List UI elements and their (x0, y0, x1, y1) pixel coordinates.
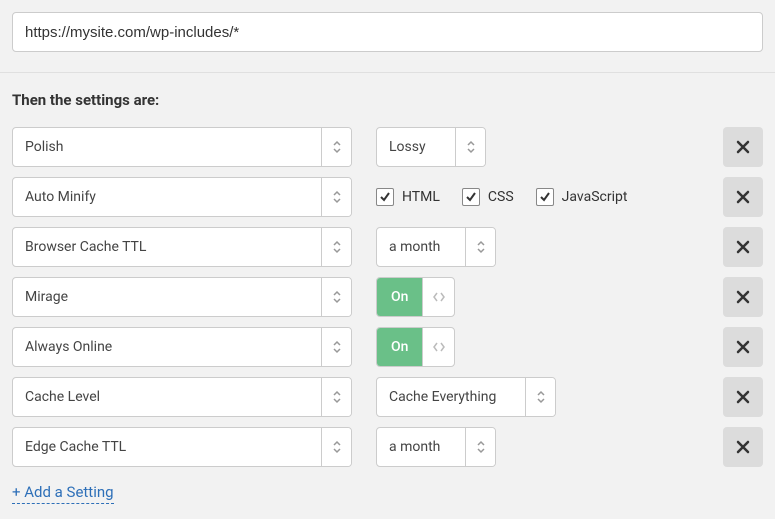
checkbox-icon[interactable] (462, 188, 480, 206)
checkbox-icon[interactable] (376, 188, 394, 206)
close-icon (736, 190, 750, 204)
checkbox-label: CSS (488, 189, 514, 205)
value-select-a-month[interactable]: a month (376, 427, 496, 467)
value-select-cache-everything[interactable]: Cache Everything (376, 377, 556, 417)
setting-select-label: Cache Level (13, 378, 321, 416)
toggle-on-label: On (377, 278, 422, 316)
setting-select-label: Polish (13, 128, 321, 166)
section-title: Then the settings are: (12, 91, 763, 109)
stepper-icon[interactable] (321, 428, 351, 466)
toggle-handle-icon[interactable] (422, 278, 454, 316)
delete-button[interactable] (723, 177, 763, 217)
stepper-icon[interactable] (321, 128, 351, 166)
toggle-on-off[interactable]: On (376, 277, 455, 317)
delete-button[interactable] (723, 427, 763, 467)
value-select-label: Cache Everything (377, 378, 525, 416)
value-select-label: a month (377, 228, 465, 266)
checkbox-css[interactable]: CSS (462, 188, 514, 206)
checkbox-icon[interactable] (536, 188, 554, 206)
stepper-icon[interactable] (321, 178, 351, 216)
stepper-icon[interactable] (321, 328, 351, 366)
close-icon (736, 290, 750, 304)
setting-row-edge-cache-ttl: Edge Cache TTL a month (12, 427, 763, 467)
close-icon (736, 440, 750, 454)
setting-select-label: Always Online (13, 328, 321, 366)
value-select-lossy[interactable]: Lossy (376, 127, 486, 167)
close-icon (736, 140, 750, 154)
toggle-on-off[interactable]: On (376, 327, 455, 367)
toggle-on-label: On (377, 328, 422, 366)
delete-button[interactable] (723, 377, 763, 417)
setting-select-label: Browser Cache TTL (13, 228, 321, 266)
stepper-icon[interactable] (321, 278, 351, 316)
setting-row-polish: Polish Lossy (12, 127, 763, 167)
setting-select-auto-minify[interactable]: Auto Minify (12, 177, 352, 217)
setting-row-browser-cache-ttl: Browser Cache TTL a month (12, 227, 763, 267)
checkbox-label: JavaScript (562, 189, 628, 205)
delete-button[interactable] (723, 327, 763, 367)
setting-select-always-online[interactable]: Always Online (12, 327, 352, 367)
stepper-icon[interactable] (465, 228, 495, 266)
close-icon (736, 340, 750, 354)
add-setting-link[interactable]: + Add a Setting (12, 483, 114, 504)
setting-select-mirage[interactable]: Mirage (12, 277, 352, 317)
checkbox-javascript[interactable]: JavaScript (536, 188, 628, 206)
setting-select-cache-level[interactable]: Cache Level (12, 377, 352, 417)
setting-select-label: Edge Cache TTL (13, 428, 321, 466)
setting-select-browser-cache-ttl[interactable]: Browser Cache TTL (12, 227, 352, 267)
setting-select-label: Mirage (13, 278, 321, 316)
setting-select-label: Auto Minify (13, 178, 321, 216)
delete-button[interactable] (723, 127, 763, 167)
setting-select-polish[interactable]: Polish (12, 127, 352, 167)
stepper-icon[interactable] (321, 228, 351, 266)
checkbox-label: HTML (402, 189, 440, 205)
checkbox-html[interactable]: HTML (376, 188, 440, 206)
value-select-label: a month (377, 428, 465, 466)
stepper-icon[interactable] (525, 378, 555, 416)
value-select-label: Lossy (377, 128, 455, 166)
stepper-icon[interactable] (321, 378, 351, 416)
url-input[interactable] (12, 12, 763, 52)
close-icon (736, 390, 750, 404)
stepper-icon[interactable] (455, 128, 485, 166)
setting-row-always-online: Always Online On (12, 327, 763, 367)
toggle-handle-icon[interactable] (422, 328, 454, 366)
delete-button[interactable] (723, 277, 763, 317)
setting-select-edge-cache-ttl[interactable]: Edge Cache TTL (12, 427, 352, 467)
value-select-a-month[interactable]: a month (376, 227, 496, 267)
stepper-icon[interactable] (465, 428, 495, 466)
delete-button[interactable] (723, 227, 763, 267)
setting-row-cache-level: Cache Level Cache Everything (12, 377, 763, 417)
setting-row-mirage: Mirage On (12, 277, 763, 317)
close-icon (736, 240, 750, 254)
setting-row-auto-minify: Auto Minify HTML CSS (12, 177, 763, 217)
